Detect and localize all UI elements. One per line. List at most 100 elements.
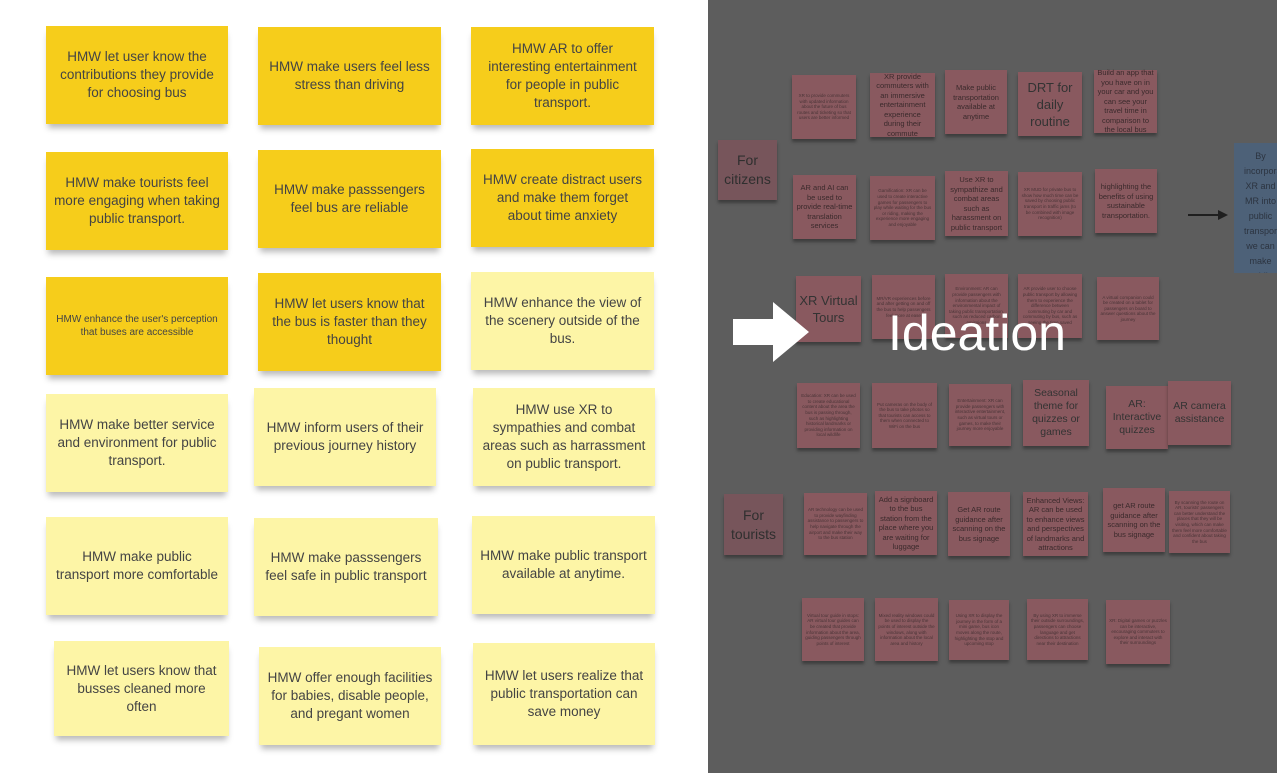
sticky-note[interactable]: HMW enhance the user's perception that b… bbox=[46, 277, 228, 375]
idea-note[interactable]: A virtual companion could be created on … bbox=[1097, 277, 1159, 340]
idea-text: A virtual companion could be created on … bbox=[1100, 294, 1156, 322]
idea-note[interactable]: Add a signboard to the bus station from … bbox=[875, 491, 937, 555]
idea-text: Using XR to display the journey in the f… bbox=[954, 613, 1004, 647]
idea-text: AR technology can be used to provide way… bbox=[807, 507, 864, 541]
idea-note[interactable]: AR and AI can be used to provide real-ti… bbox=[793, 175, 856, 239]
idea-text: Add a signboard to the bus station from … bbox=[878, 494, 934, 552]
idea-text: Put cameras on the body of the bus to ta… bbox=[876, 401, 933, 429]
idea-text: Enhanced Views: AR can be used to enhanc… bbox=[1026, 495, 1085, 553]
sticky-note[interactable]: HMW make passsengers feel safe in public… bbox=[254, 518, 438, 616]
idea-text: Education: XR can be used to create educ… bbox=[801, 393, 856, 438]
idea-note[interactable]: XR MUD for private bus to show how much … bbox=[1018, 172, 1082, 236]
sticky-note[interactable]: HMW offer enough facilities for babies, … bbox=[259, 647, 441, 745]
note-text: HMW enhance the view of the scenery outs… bbox=[483, 295, 642, 346]
idea-note[interactable]: Enhanced Views: AR can be used to enhanc… bbox=[1023, 492, 1088, 556]
note-text: HMW AR to offer interesting entertainmen… bbox=[488, 41, 637, 110]
sticky-note[interactable]: HMW let users know that the bus is faste… bbox=[258, 273, 441, 371]
sticky-note[interactable]: HMW make users feel less stress than dri… bbox=[258, 27, 441, 125]
idea-text: By using XR to immerse their outside sur… bbox=[1030, 612, 1085, 646]
idea-text: XR: Digital games or puzzles can be inte… bbox=[1109, 618, 1167, 646]
note-text: HMW make tourists feel more engaging whe… bbox=[54, 175, 220, 226]
sticky-note[interactable]: HMW make public transport more comfortab… bbox=[46, 517, 228, 615]
summary-text: By incorporating XR and MR into public t… bbox=[1244, 151, 1277, 273]
sticky-note[interactable]: HMW enhance the view of the scenery outs… bbox=[471, 272, 654, 370]
idea-text: Make public transportation available at … bbox=[953, 83, 999, 121]
idea-note[interactable]: By scanning the route on AR, tourists' p… bbox=[1169, 491, 1230, 553]
idea-note[interactable]: Seasonal theme for quizzes or games bbox=[1023, 380, 1089, 446]
idea-text: Gamification: XR can be used to create i… bbox=[873, 188, 932, 227]
sticky-note[interactable]: HMW make public transport available at a… bbox=[472, 516, 655, 614]
idea-text: highlighting the benefits of using susta… bbox=[1098, 182, 1154, 220]
note-text: HMW let users realize that public transp… bbox=[484, 668, 644, 719]
note-text: HMW let user know the contributions they… bbox=[60, 49, 214, 100]
note-text: HMW inform users of their previous journ… bbox=[266, 420, 424, 453]
idea-note[interactable]: AR technology can be used to provide way… bbox=[804, 493, 867, 555]
idea-note[interactable]: By using XR to immerse their outside sur… bbox=[1027, 599, 1088, 660]
idea-text: By scanning the route on AR, tourists' p… bbox=[1172, 499, 1227, 544]
idea-text: AR: Interactive quizzes bbox=[1112, 398, 1162, 436]
idea-note[interactable]: DRT for daily routine bbox=[1018, 72, 1082, 136]
hmw-board: HMW let user know the contributions they… bbox=[0, 0, 708, 773]
idea-note[interactable]: Get AR route guidance after scanning on … bbox=[948, 492, 1010, 556]
sticky-note[interactable]: HMW use XR to sympathies and combat area… bbox=[473, 388, 655, 486]
idea-note[interactable]: Put cameras on the body of the bus to ta… bbox=[872, 383, 937, 448]
note-text: HMW make passsengers feel safe in public… bbox=[265, 550, 427, 583]
idea-text: Use XR to sympathize and combat areas su… bbox=[950, 175, 1003, 232]
sticky-note[interactable]: HMW make tourists feel more engaging whe… bbox=[46, 152, 228, 250]
note-text: HMW offer enough facilities for babies, … bbox=[267, 670, 433, 721]
idea-note[interactable]: XR provide commuters with an immersive e… bbox=[870, 71, 935, 138]
idea-note[interactable]: Virtual tour guide in stops: AR virtual … bbox=[802, 598, 864, 661]
idea-note[interactable]: Use XR to sympathize and combat areas su… bbox=[945, 171, 1008, 236]
note-text: HMW let users know that the bus is faste… bbox=[272, 296, 427, 347]
sticky-note[interactable]: HMW AR to offer interesting entertainmen… bbox=[471, 27, 654, 125]
idea-text: AR and AI can be used to provide real-ti… bbox=[796, 183, 853, 231]
idea-text: Get AR route guidance after scanning on … bbox=[952, 505, 1006, 543]
idea-note[interactable]: Entertainment: XR can provide passengers… bbox=[949, 384, 1011, 446]
idea-text: AR camera assistance bbox=[1173, 400, 1226, 425]
note-text: HMW enhance the user's perception that b… bbox=[56, 314, 218, 338]
idea-note[interactable]: XR to provide commuters with updated inf… bbox=[792, 75, 856, 139]
note-text: HMW let users know that busses cleaned m… bbox=[66, 662, 217, 714]
idea-note[interactable]: Education: XR can be used to create educ… bbox=[797, 383, 860, 448]
idea-text: Entertainment: XR can provide passengers… bbox=[954, 398, 1006, 432]
note-text: HMW create distract users and make them … bbox=[482, 172, 643, 223]
note-text: HMW use XR to sympathies and combat area… bbox=[482, 402, 646, 471]
note-text: HMW make users feel less stress than dri… bbox=[269, 59, 430, 92]
group-label-text: For citizens bbox=[724, 152, 771, 187]
idea-note[interactable]: Make public transportation available at … bbox=[945, 70, 1007, 134]
idea-text: Build an app that you have on in your ca… bbox=[1097, 68, 1154, 135]
idea-text: XR MUD for private bus to show how much … bbox=[1021, 187, 1079, 221]
idea-note[interactable]: get AR route guidance after scanning on … bbox=[1103, 488, 1165, 552]
sticky-note[interactable]: HMW let users know that busses cleaned m… bbox=[54, 641, 229, 736]
idea-note[interactable]: Mixed reality windows could be used to d… bbox=[875, 598, 938, 661]
summary-note[interactable]: By incorporating XR and MR into public t… bbox=[1234, 143, 1277, 273]
sticky-note[interactable]: HMW make better service and environment … bbox=[46, 394, 228, 492]
idea-note[interactable]: Build an app that you have on in your ca… bbox=[1094, 68, 1157, 135]
group-label-text: For tourists bbox=[730, 506, 777, 542]
idea-note[interactable]: AR camera assistance bbox=[1168, 381, 1231, 445]
idea-text: Mixed reality windows could be used to d… bbox=[878, 612, 935, 646]
idea-note[interactable]: AR: Interactive quizzes bbox=[1106, 386, 1168, 449]
idea-text: Virtual tour guide in stops: AR virtual … bbox=[805, 612, 861, 646]
sticky-note[interactable]: HMW inform users of their previous journ… bbox=[254, 388, 436, 486]
sticky-note[interactable]: HMW let users realize that public transp… bbox=[473, 643, 655, 745]
idea-note[interactable]: XR: Digital games or puzzles can be inte… bbox=[1106, 600, 1170, 664]
group-label-citizens[interactable]: For citizens bbox=[718, 140, 777, 200]
sticky-note[interactable]: HMW let user know the contributions they… bbox=[46, 26, 228, 124]
note-text: HMW make public transport available at a… bbox=[480, 548, 647, 581]
group-label-tourists[interactable]: For tourists bbox=[724, 494, 783, 555]
arrow-right-icon bbox=[733, 302, 809, 362]
idea-text: DRT for daily routine bbox=[1027, 79, 1073, 129]
idea-text: XR provide commuters with an immersive e… bbox=[876, 71, 929, 138]
idea-note[interactable]: highlighting the benefits of using susta… bbox=[1095, 169, 1157, 233]
ideation-title: Ideation bbox=[888, 305, 1066, 361]
idea-note[interactable]: Gamification: XR can be used to create i… bbox=[870, 176, 935, 240]
note-text: HMW make better service and environment … bbox=[57, 417, 217, 468]
sticky-note[interactable]: HMW create distract users and make them … bbox=[471, 149, 654, 247]
small-arrow-right-icon bbox=[1188, 210, 1228, 220]
sticky-note[interactable]: HMW make passsengers feel bus are reliab… bbox=[258, 150, 441, 248]
idea-text: Seasonal theme for quizzes or games bbox=[1032, 387, 1080, 438]
idea-note[interactable]: Using XR to display the journey in the f… bbox=[949, 600, 1009, 660]
idea-text: XR to provide commuters with updated inf… bbox=[797, 93, 851, 121]
note-text: HMW make passsengers feel bus are reliab… bbox=[274, 182, 425, 215]
